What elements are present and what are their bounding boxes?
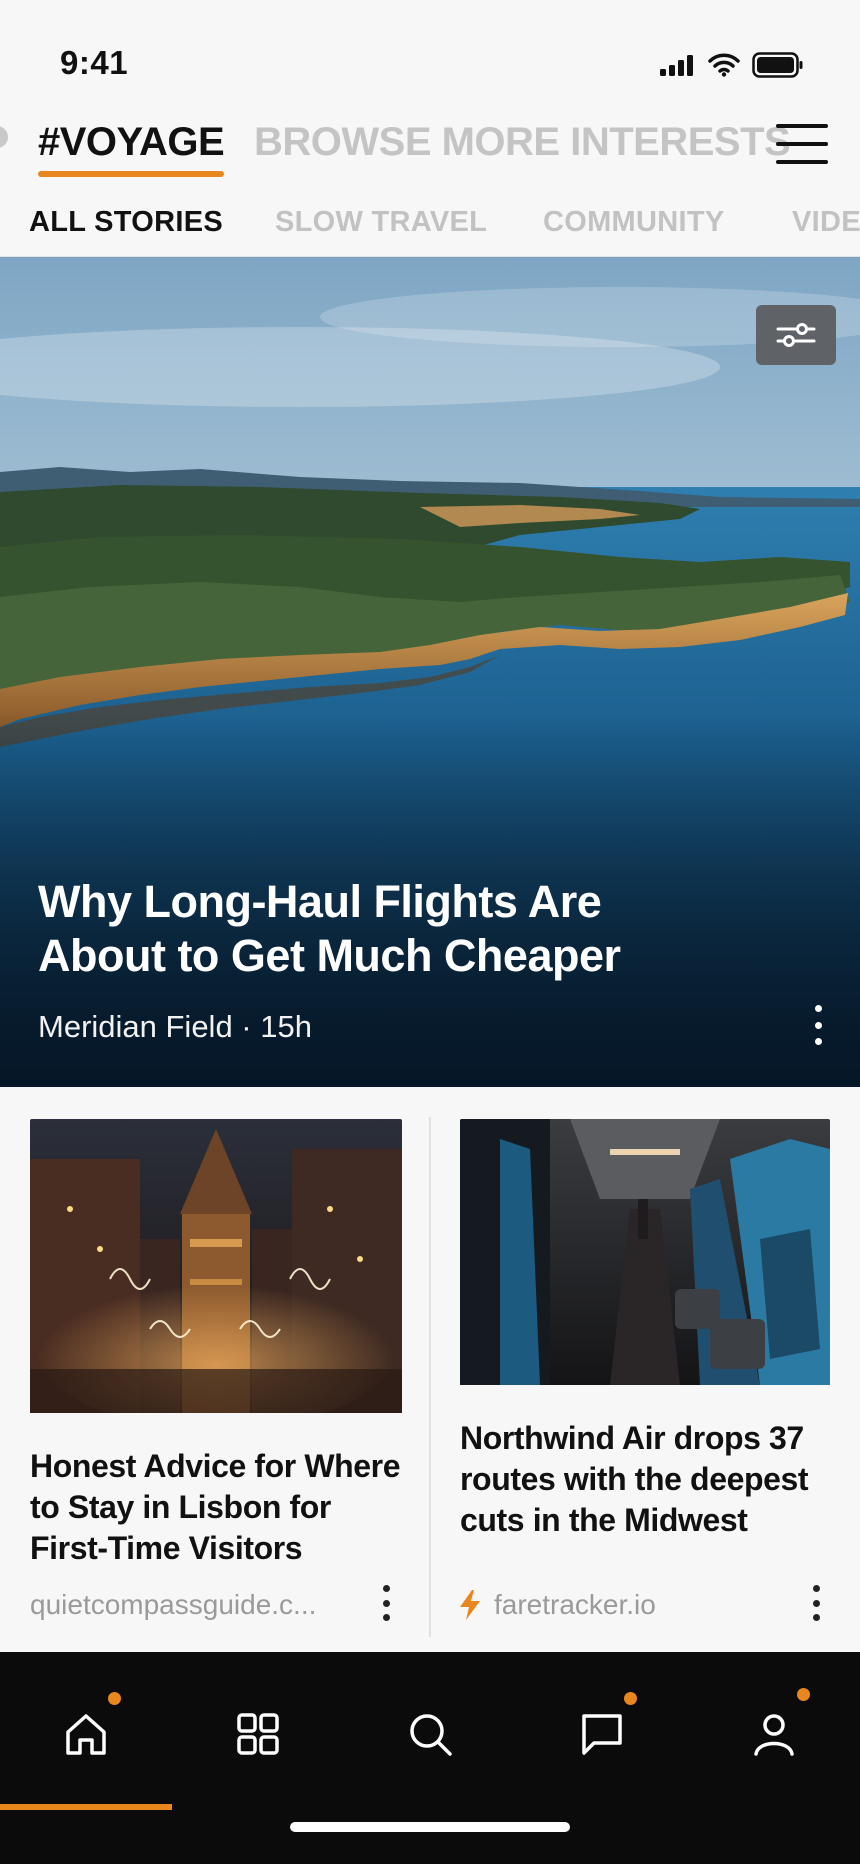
grid-icon [237, 1713, 279, 1755]
battery-icon [752, 52, 804, 83]
status-bar: 9:41 [0, 0, 860, 110]
hero-meta: Meridian Field · 15h [38, 1009, 312, 1044]
status-time: 9:41 [60, 44, 129, 81]
card-source-label: faretracker.io [494, 1589, 656, 1620]
sliders-icon [776, 323, 816, 347]
card-more-icon[interactable] [379, 1585, 393, 1621]
hero-headline[interactable]: Why Long-Haul Flights Are About to Get M… [38, 875, 738, 983]
nav-home[interactable] [56, 1704, 116, 1764]
nav-profile[interactable] [744, 1704, 804, 1764]
card-image-airplane [460, 1119, 830, 1390]
bottom-nav [0, 1652, 860, 1864]
card-divider [429, 1117, 431, 1637]
story-cards: Honest Advice for Where to Stay in Lisbo… [0, 1087, 860, 1652]
lightning-icon [460, 1590, 480, 1620]
chat-icon [582, 1714, 622, 1755]
home-badge [108, 1692, 121, 1705]
card-headline[interactable]: Honest Advice for Where to Stay in Lisbo… [30, 1446, 402, 1569]
browse-more-interests[interactable]: BROWSE MORE INTERESTS [254, 120, 791, 165]
search-icon [410, 1714, 452, 1756]
signal-icon [660, 54, 696, 81]
nav-grid[interactable] [228, 1704, 288, 1764]
nav-search[interactable] [400, 1704, 460, 1764]
filter-button[interactable] [756, 305, 836, 365]
card-source[interactable]: faretracker.io [460, 1589, 656, 1621]
active-nav-indicator [0, 1804, 172, 1810]
profile-icon [754, 1714, 794, 1756]
story-card[interactable]: Honest Advice for Where to Stay in Lisbo… [30, 1119, 402, 1621]
hero-more-icon[interactable] [810, 1005, 826, 1045]
story-card[interactable]: Northwind Air drops 37 routes with the d… [460, 1119, 830, 1621]
hero-story[interactable]: Why Long-Haul Flights Are About to Get M… [0, 257, 860, 1087]
tab-video[interactable]: VIDE [792, 206, 860, 239]
menu-icon[interactable] [776, 124, 828, 164]
wifi-icon [708, 53, 740, 82]
profile-badge [797, 1688, 810, 1701]
previous-interest-edge[interactable] [0, 126, 8, 148]
home-indicator [290, 1822, 570, 1832]
interest-voyage[interactable]: #VOYAGE [38, 120, 225, 177]
home-icon [66, 1714, 106, 1755]
card-more-icon[interactable] [809, 1585, 823, 1621]
tab-community[interactable]: COMMUNITY [543, 206, 725, 239]
interest-voyage-label: #VOYAGE [38, 120, 225, 164]
card-headline[interactable]: Northwind Air drops 37 routes with the d… [460, 1418, 830, 1541]
nav-messages[interactable] [572, 1704, 632, 1764]
interest-bar: #VOYAGE BROWSE MORE INTERESTS [0, 110, 860, 182]
tab-all-stories[interactable]: ALL STORIES [29, 206, 223, 239]
status-icons [660, 52, 804, 83]
story-tabs: ALL STORIES SLOW TRAVEL COMMUNITY VIDE [0, 196, 860, 257]
tab-slow-travel[interactable]: SLOW TRAVEL [275, 206, 487, 239]
card-image-lisbon [30, 1119, 402, 1418]
active-interest-underline [38, 171, 225, 177]
card-source[interactable]: quietcompassguide.c... [30, 1589, 316, 1621]
messages-badge [624, 1692, 637, 1705]
